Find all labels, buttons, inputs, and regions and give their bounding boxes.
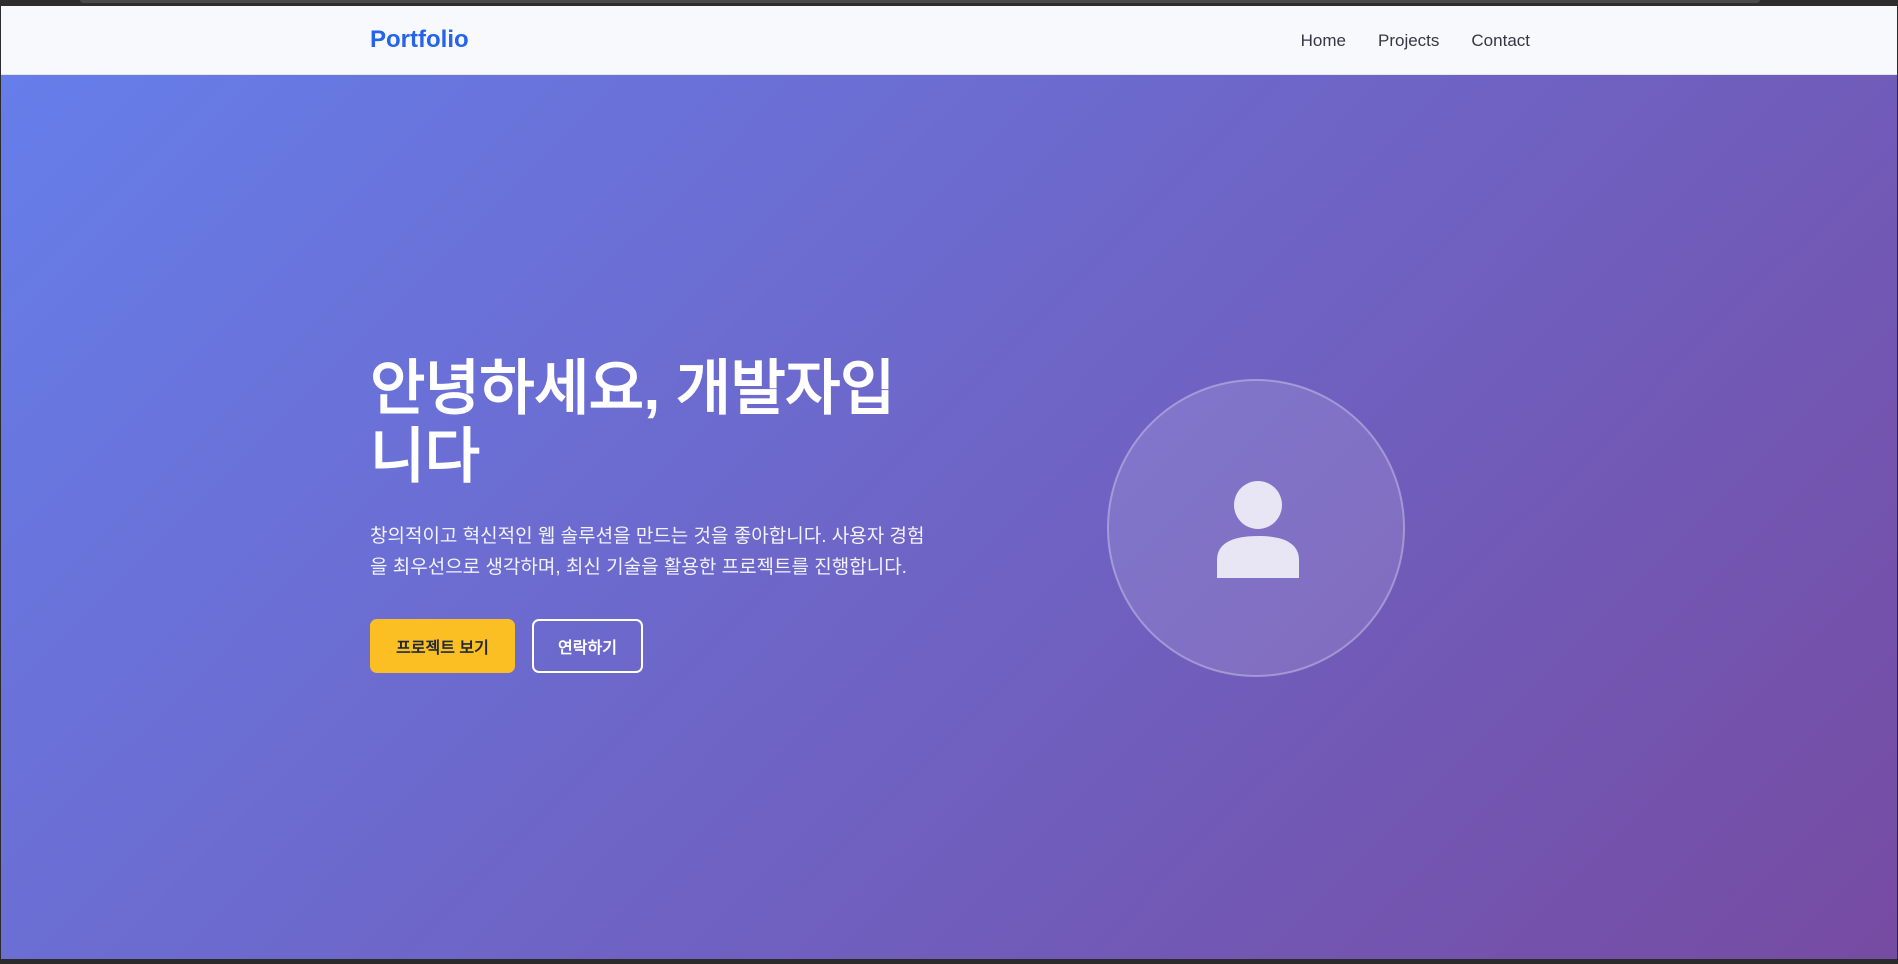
browser-bottom-edge [0, 959, 1898, 964]
nav-link-home[interactable]: Home [1301, 30, 1346, 52]
nav-links: Home Projects Contact [1301, 30, 1530, 52]
hero-title: 안녕하세요, 개발자입니다 [370, 355, 895, 490]
contact-button[interactable]: 연락하기 [532, 619, 643, 673]
brand-logo-link[interactable]: Portfolio [370, 26, 469, 54]
view-projects-button[interactable]: 프로젝트 보기 [370, 619, 515, 673]
nav-link-contact[interactable]: Contact [1471, 30, 1530, 52]
page: Portfolio Home Projects Contact 안녕하세요, 개… [1, 6, 1897, 959]
hero-actions: 프로젝트 보기 연락하기 [370, 619, 930, 673]
hero-description: 창의적이고 혁신적인 웹 솔루션을 만드는 것을 좋아합니다. 사용자 경험을 … [370, 526, 925, 578]
nav-link-projects[interactable]: Projects [1378, 30, 1439, 52]
navbar: Portfolio Home Projects Contact [1, 6, 1897, 75]
hero-content: 안녕하세요, 개발자입니다 창의적이고 혁신적인 웹 솔루션을 만드는 것을 좋… [370, 355, 930, 673]
avatar [1107, 379, 1405, 677]
hero-section: 안녕하세요, 개발자입니다 창의적이고 혁신적인 웹 솔루션을 만드는 것을 좋… [1, 75, 1897, 959]
browser-tab-edge [80, 0, 1760, 3]
user-icon [1217, 481, 1299, 578]
